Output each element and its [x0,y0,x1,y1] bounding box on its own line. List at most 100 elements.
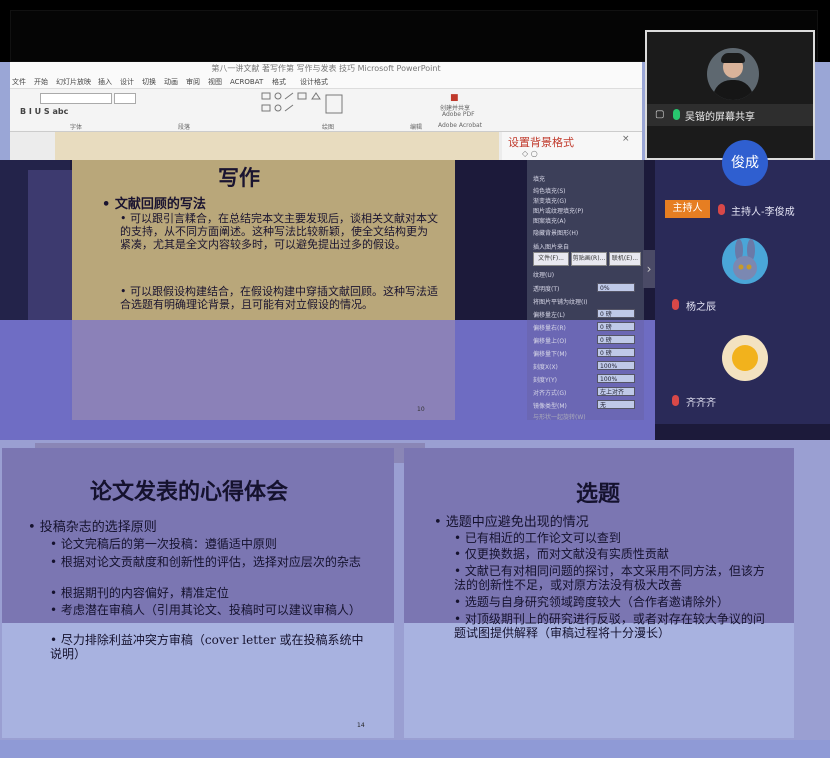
slide-sub-bullet-1: • 可以跟引言糅合，在总结完本文主要发现后，谈相关文献对本文的支持，从不同方面阐… [120,212,438,251]
tab-animations[interactable]: 动画 [164,76,178,88]
align-label: 对齐方式(G) [533,390,567,397]
texture-label: 纹理(U) [533,272,555,279]
online-button[interactable]: 联机(E)... [609,252,641,266]
group-drawing: 绘图 [322,124,335,131]
bottom-edge [0,740,830,758]
scale-y-field[interactable]: 100% [597,374,635,383]
transparency-label: 透明度(T) [533,286,560,293]
group-acrobat: Adobe Acrobat [438,122,483,129]
bold-italic-icons[interactable]: B I U S abc [20,107,68,116]
group-font: 字体 [70,124,83,131]
mic-muted-icon [672,299,679,310]
speaker-avatar [707,48,759,100]
tile-checkbox[interactable]: 将图片平铺为纹理(I) [533,297,587,306]
scale-x-label: 刻度X(X) [533,364,558,371]
mic-muted-icon [718,204,725,215]
main-slide: 写作 • 文献回顾的写法 • 可以跟引言糅合，在总结完本文主要发现后，谈相关文献… [72,160,455,420]
collapse-panel-chevron-icon[interactable]: › [643,250,655,288]
slide-a-item: • 尽力排除利益冲突方审稿（cover letter 或在投稿系统中说明） [50,633,364,661]
slide-b-item: • 仅更换数据，而对文献没有实质性贡献 [454,547,669,561]
tab-format[interactable]: 格式 [272,76,286,88]
thumbnail-selected[interactable] [28,170,72,320]
format-pane-title: 设置背景格式 [508,136,574,149]
participant-avatar-bunny[interactable] [722,238,768,284]
rotate-checkbox[interactable]: 与形状一起旋转(W) [533,412,586,421]
speaker-video-tile: ▢ 吴锴的屏幕共享 [645,30,815,160]
slide-a-item: • 根据期刊的内容偏好，精准定位 [50,586,229,600]
insert-from-label: 插入图片来自 [533,244,570,251]
adobe-pdf-icon[interactable]: ■ [450,93,459,103]
slide-bullet: • 文献回顾的写法 [102,197,206,212]
mic-muted-icon [672,395,679,406]
screen-share-bar: ▢ 吴锴的屏幕共享 [647,104,813,126]
option-pattern-fill[interactable]: 图案填充(A) [533,216,566,225]
offset-left-field[interactable]: 0 磅 [597,309,635,318]
slide-page-number: 10 [417,406,425,413]
host-name: 主持人-李俊成 [731,207,795,218]
participant-avatar-sun[interactable] [722,335,768,381]
tab-design-format[interactable]: 设计格式 [300,76,328,88]
option-picture-fill[interactable]: 图片或纹理填充(P) [533,206,583,215]
hide-background-checkbox[interactable]: 隐藏背景图形(H) [533,228,578,237]
scale-x-field[interactable]: 100% [597,361,635,370]
option-gradient-fill[interactable]: 渐变填充(G) [533,196,566,205]
group-paragraph: 段落 [178,124,191,131]
slide-b-item: • 已有相近的工作论文可以查到 [454,531,621,545]
slide-a-item: • 根据对论文贡献度和创新性的评估，选择对应层次的杂志 [50,555,361,569]
offset-top-field[interactable]: 0 磅 [597,335,635,344]
slide-a-page-number: 14 [357,722,365,729]
tab-file[interactable]: 文件 [12,76,26,88]
participant-name: 齐齐齐 [686,398,716,409]
clipart-button[interactable]: 剪贴画(R)... [571,252,607,266]
offset-right-label: 偏移量右(R) [533,325,566,332]
format-background-pane: 填充 纯色填充(S) 渐变填充(G) 图片或纹理填充(P) 图案填充(A) 隐藏… [527,160,644,421]
align-select[interactable]: 左上对齐 [597,387,635,396]
font-name-box[interactable] [40,93,112,104]
adobe-pdf-label[interactable]: Adobe PDF [442,111,475,118]
slide-a-item: • 论文完稿后的第一次投稿：遵循适中原则 [50,537,277,551]
font-size-box[interactable] [114,93,136,104]
ppt-ribbon: B I U S abc 字体 段落 绘图 编辑 ■ 创建并共享 Adobe PD… [10,88,642,132]
ppt-ribbon-tabs: 文件 开始 幻灯片放映 插入 设计 切换 动画 审阅 视图 ACROBAT 格式… [10,76,642,88]
slide-thumbnail-b[interactable]: 选题 • 选题中应避免出现的情况 • 已有相近的工作论文可以查到 • 仅更换数据… [404,448,794,738]
screen-icon: ▢ [655,109,665,120]
bunny-icon [733,239,757,280]
group-editing: 编辑 [410,124,423,131]
tab-view[interactable]: 视图 [208,76,222,88]
host-avatar[interactable]: 俊成 [722,140,768,186]
format-pane-header: 设置背景格式 × ◇ ○ [502,132,642,160]
offset-right-field[interactable]: 0 磅 [597,322,635,331]
file-button[interactable]: 文件(F)... [533,252,569,266]
scale-y-label: 刻度Y(Y) [533,377,558,384]
mirror-select[interactable]: 无 [597,400,635,409]
tab-review[interactable]: 审阅 [186,76,200,88]
slide-a-title: 论文发表的心得体会 [90,479,289,505]
slide-b-item: • 文献已有对相同问题的探讨，本文采用不同方法，但该方法的创新性不足，或对原方法… [454,564,765,592]
option-solid-fill[interactable]: 纯色填充(S) [533,186,566,195]
tab-design[interactable]: 设计 [120,76,134,88]
fill-icon[interactable]: ◇ ○ [522,149,538,158]
screen-share-label: 吴锴的屏幕共享 [685,112,755,123]
slide-thumbnail-a[interactable]: 论文发表的心得体会 • 投稿杂志的选择原则 • 论文完稿后的第一次投稿：遵循适中… [2,448,394,738]
tab-home[interactable]: 开始 [34,76,48,88]
mic-on-icon [673,109,680,120]
close-icon[interactable]: × [622,134,630,144]
slide-sub-bullet-2: • 可以跟假设构建结合，在假设构建中穿插文献回顾。这种写法适合选题有明确理论背景… [120,285,438,311]
slide-b-title: 选题 [576,481,621,507]
tab-acrobat[interactable]: ACROBAT [230,76,263,88]
fill-section[interactable]: 填充 [533,174,545,183]
tab-transitions[interactable]: 切换 [142,76,156,88]
slide-heading: 写作 [218,165,260,190]
offset-bottom-label: 偏移量下(M) [533,351,567,358]
tab-slideshow[interactable]: 幻灯片放映 [56,76,91,88]
shapes-gallery-icon[interactable] [260,91,350,119]
offset-bottom-field[interactable]: 0 磅 [597,348,635,357]
slide-b-bullet: • 选题中应避免出现的情况 [434,515,589,530]
transparency-field[interactable]: 0% [597,283,635,292]
slide-b-item: • 选题与自身研究领域跨度较大（合作者邀请除外） [454,595,729,609]
participant-name: 杨之辰 [686,302,716,313]
ppt-window-title: 第八一讲文献 著写作第 写作与发表 技巧 Microsoft PowerPoin… [10,62,642,76]
slide-top-edge [55,132,499,160]
tab-insert[interactable]: 插入 [98,76,112,88]
slide-a-bullet: • 投稿杂志的选择原则 [28,520,157,535]
